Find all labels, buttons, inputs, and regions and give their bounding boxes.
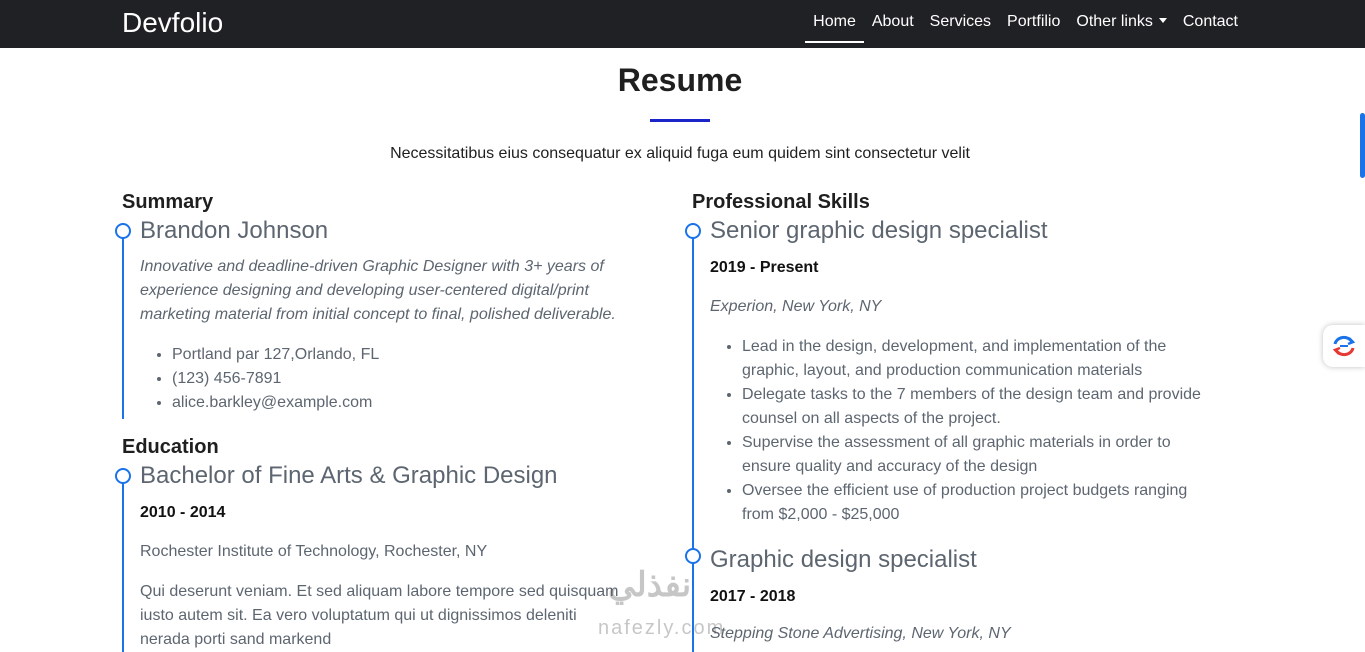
scrollbar-thumb[interactable]: [1360, 113, 1365, 178]
title-underline: [650, 119, 710, 122]
job-title: Senior graphic design specialist: [710, 217, 1048, 244]
caret-down-icon: [1158, 18, 1167, 23]
job-bullet: Oversee the efficient use of production …: [742, 479, 1210, 527]
contact-address: Portland par 127,Orlando, FL: [172, 343, 642, 367]
nav-portfolio[interactable]: Portfilio: [1007, 0, 1060, 48]
section-subtitle: Necessitatibus eius consequatur ex aliqu…: [390, 145, 970, 162]
job-title: Graphic design specialist: [710, 546, 977, 573]
nav-contact[interactable]: Contact: [1183, 0, 1238, 48]
timeline-dot: [685, 548, 701, 564]
summary-description: Innovative and deadline-driven Graphic D…: [140, 258, 616, 323]
summary-heading: Summary: [122, 191, 214, 213]
nav-services[interactable]: Services: [930, 0, 991, 48]
job-company: Experion, New York, NY: [710, 298, 882, 315]
education-school: Rochester Institute of Technology, Roche…: [140, 543, 488, 560]
job-item: Senior graphic design specialist 2019 - …: [685, 217, 1212, 542]
job-years: 2019 - Present: [710, 259, 819, 276]
brand-logo[interactable]: Devfolio: [122, 6, 223, 40]
education-heading: Education: [122, 436, 219, 458]
timeline-dot: [115, 468, 131, 484]
timeline-dot: [115, 223, 131, 239]
job-years: 2017 - 2018: [710, 588, 796, 605]
contact-phone: (123) 456-7891: [172, 367, 642, 391]
navbar: Devfolio Home About Services Portfilio O…: [0, 0, 1365, 48]
education-years: 2010 - 2014: [140, 504, 226, 521]
nav-menu: Home About Services Portfilio Other link…: [797, 0, 1238, 48]
job-item: Graphic design specialist 2017 - 2018 St…: [685, 542, 1212, 652]
section-title: Resume: [617, 62, 743, 98]
sync-chat-icon: [1332, 335, 1356, 357]
job-bullet: Supervise the assessment of all graphic …: [742, 431, 1210, 479]
watermark-script: نفذلي: [608, 566, 692, 604]
summary-name: Brandon Johnson: [140, 217, 329, 244]
nav-other-links-label: Other links: [1076, 13, 1153, 30]
education-text: Qui deserunt veniam. Et sed aliquam labo…: [140, 583, 619, 648]
watermark-text: nafezly.com: [598, 617, 726, 639]
watermark-logo: نفذلي nafezly.com: [598, 565, 768, 652]
job-company: Stepping Stone Advertising, New York, NY: [710, 625, 1011, 642]
nav-other-links-dropdown[interactable]: Other links: [1076, 0, 1167, 48]
nav-home[interactable]: Home: [805, 0, 864, 48]
job-bullet: Lead in the design, development, and imp…: [742, 335, 1210, 383]
job-bullets: Lead in the design, development, and imp…: [710, 335, 1210, 527]
nav-about[interactable]: About: [872, 0, 914, 48]
skills-heading: Professional Skills: [692, 191, 870, 213]
timeline-dot: [685, 223, 701, 239]
job-bullet: Delegate tasks to the 7 members of the d…: [742, 383, 1210, 431]
education-degree: Bachelor of Fine Arts & Graphic Design: [140, 462, 558, 489]
contact-email: alice.barkley@example.com: [172, 391, 642, 415]
chat-widget-button[interactable]: [1323, 325, 1365, 367]
summary-item: Brandon Johnson Innovative and deadline-…: [115, 217, 642, 419]
contact-list: Portland par 127,Orlando, FL (123) 456-7…: [140, 343, 642, 415]
education-item: Bachelor of Fine Arts & Graphic Design 2…: [115, 462, 642, 652]
